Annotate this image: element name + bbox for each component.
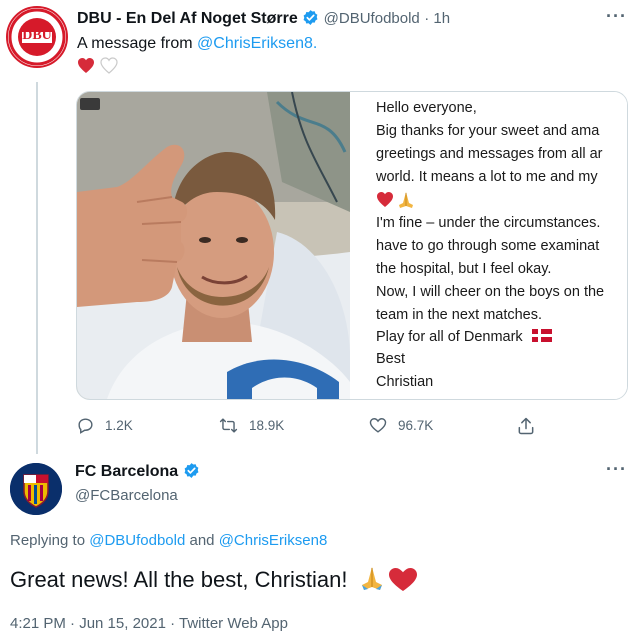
note-emojis [376, 191, 420, 214]
dbu-avatar-text: DBU [22, 28, 52, 43]
heart-emoji [377, 192, 393, 207]
retweet-action[interactable]: 18.9K [218, 416, 284, 435]
tweet2-handle[interactable]: @FCBarcelona [75, 487, 178, 504]
dbu-avatar[interactable]: DBU [6, 6, 68, 68]
tweet2-emojis [361, 567, 417, 591]
replying-user-chriseriksen8[interactable]: @ChrisEriksen8 [219, 532, 328, 549]
note-line: Big thanks for your sweet and ama [376, 123, 600, 139]
tweet1-text-prefix: A message from [77, 35, 198, 52]
like-count: 96.7K [398, 418, 434, 433]
retweet-count: 18.9K [249, 418, 285, 433]
pray-emoji [361, 567, 382, 590]
replying-and: and [185, 532, 219, 549]
note-line: greetings and messages from all ar [376, 146, 603, 162]
like-icon [369, 418, 387, 433]
handwritten-note: Hello everyone, Big thanks for your swee… [351, 92, 627, 399]
replying-user-dbufodbold[interactable]: @DBUfodbold [89, 532, 185, 549]
share-icon [518, 417, 534, 435]
media-card[interactable]: Hello everyone, Big thanks for your swee… [76, 91, 628, 400]
note-line: world. It means a lot to me and my [376, 169, 598, 185]
tweet2-display-name[interactable]: FC Barcelona [75, 463, 178, 480]
tweet1-header: DBU - En Del Af Noget Større @DBUfodbold… [77, 9, 450, 28]
note-line: team in the next matches. [376, 307, 543, 323]
tweet2-body: Great news! All the best, Christian! [10, 565, 418, 593]
reply-count: 1.2K [105, 418, 133, 433]
tweet1-emojis [77, 57, 119, 80]
note-line-flag: Play for all of Denmark [376, 328, 553, 346]
tweet1-time[interactable]: · 1h [424, 10, 450, 27]
tweet2-header: FC Barcelona [75, 462, 200, 481]
note-line: I'm fine – under the circumstances. [376, 215, 601, 231]
note-line: Hello everyone, [376, 100, 477, 116]
hospital-photo[interactable] [77, 92, 350, 399]
more-icon[interactable]: ··· [606, 6, 627, 27]
tweet1-display-name[interactable]: DBU - En Del Af Noget Større [77, 10, 298, 27]
fcb-avatar[interactable] [10, 463, 62, 515]
note-line: have to go through some examinat [376, 238, 600, 254]
note-line: Best [376, 351, 406, 367]
more-icon[interactable]: ··· [606, 459, 627, 480]
note-line: Play for all of Denmark [376, 329, 523, 345]
heart-emoji [78, 58, 94, 73]
tweet1-text: A message from @ChrisEriksen8. [77, 35, 317, 53]
white-heart-emoji [100, 57, 118, 74]
share-action[interactable] [516, 416, 536, 436]
tweet2-text: Great news! All the best, Christian! [10, 567, 348, 592]
pray-emoji [399, 192, 413, 208]
heart-emoji [388, 568, 417, 591]
denmark-flag-emoji [532, 329, 553, 342]
note-line: the hospital, but I feel okay. [376, 261, 552, 277]
thread-connector [36, 82, 38, 454]
mention-chriseriksen8[interactable]: @ChrisEriksen8. [197, 35, 317, 52]
replying-to: Replying to @DBUfodbold and @ChrisErikse… [10, 532, 327, 549]
retweet-icon [219, 418, 238, 433]
reply-action[interactable]: 1.2K [76, 416, 133, 435]
tweet2-timestamp[interactable]: 4:21 PM · Jun 15, 2021 · Twitter Web App [10, 615, 288, 632]
verified-icon [184, 463, 199, 478]
replying-label: Replying to [10, 532, 90, 549]
note-line: Christian [376, 374, 434, 390]
like-action[interactable]: 96.7K [368, 416, 433, 435]
reply-icon [78, 418, 93, 434]
tweet1-handle[interactable]: @DBUfodbold [324, 10, 420, 27]
note-line: Now, I will cheer on the boys on the [376, 284, 605, 300]
verified-icon [303, 10, 318, 25]
